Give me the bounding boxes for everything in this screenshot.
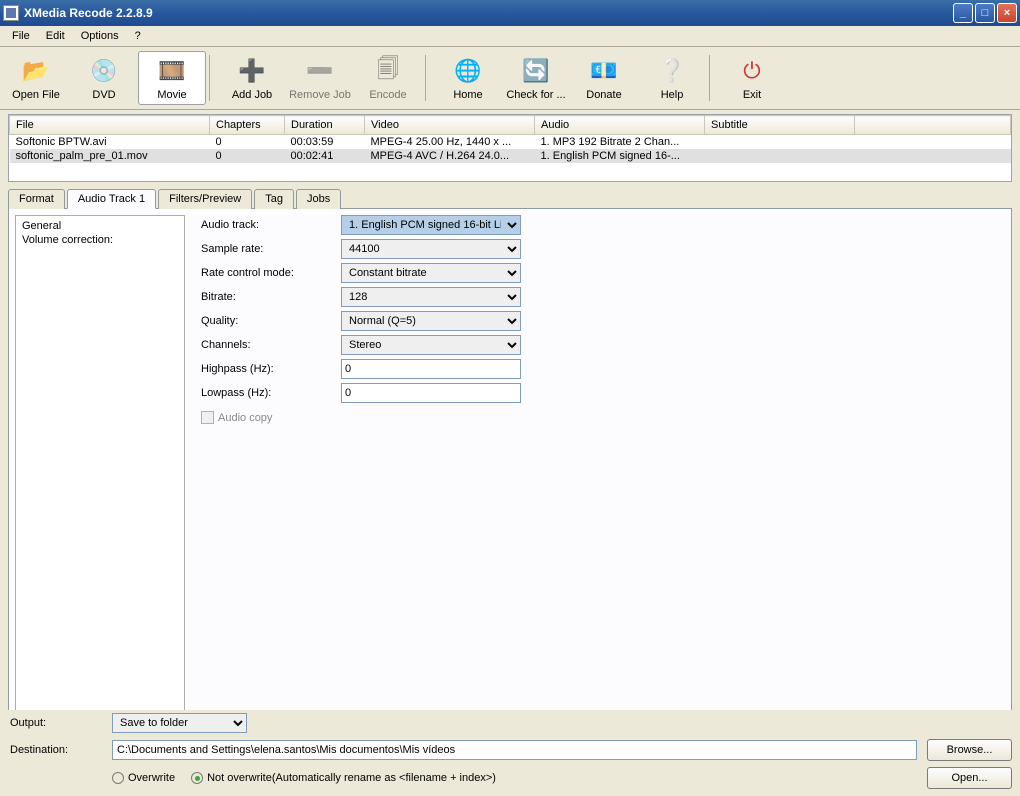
movie-button[interactable]: 🎞️ Movie [138,51,206,105]
lowpass-input[interactable] [341,383,521,403]
col-file[interactable]: File [10,116,210,135]
rate-control-select[interactable]: Constant bitrate [341,263,521,283]
close-button[interactable]: × [997,3,1017,23]
titlebar: XMedia Recode 2.2.8.9 _ □ × [0,0,1020,26]
toolbar: 📂 Open File 💿 DVD 🎞️ Movie ➕ Add Job ➖ R… [0,47,1020,110]
remove-job-button: ➖ Remove Job [286,51,354,105]
file-list: File Chapters Duration Video Audio Subti… [8,114,1012,182]
side-general[interactable]: General [22,219,178,233]
separator [425,55,431,101]
refresh-icon: 🔄 [520,55,552,87]
tab-tag[interactable]: Tag [254,189,294,209]
add-job-button[interactable]: ➕ Add Job [218,51,286,105]
file-row[interactable]: Softonic BPTW.avi 0 00:03:59 MPEG-4 25.0… [10,135,1011,150]
separator [209,55,215,101]
bottom-bar: Output: Save to folder Destination: Brow… [8,710,1012,792]
menu-help[interactable]: ? [127,28,149,44]
menu-edit[interactable]: Edit [38,28,73,44]
minus-icon: ➖ [304,55,336,87]
maximize-button[interactable]: □ [975,3,995,23]
tab-filters-preview[interactable]: Filters/Preview [158,189,252,209]
help-icon: ❔ [656,55,688,87]
help-button[interactable]: ❔ Help [638,51,706,105]
quality-label: Quality: [201,315,341,327]
side-panel: General Volume correction: [15,215,185,711]
app-icon [3,5,19,21]
euro-icon: 💶 [588,55,620,87]
folder-icon: 📂 [20,55,52,87]
side-volume-correction[interactable]: Volume correction: [22,233,178,247]
file-list-header: File Chapters Duration Video Audio Subti… [10,116,1011,135]
col-audio[interactable]: Audio [535,116,705,135]
menu-options[interactable]: Options [73,28,127,44]
col-duration[interactable]: Duration [285,116,365,135]
open-file-button[interactable]: 📂 Open File [2,51,70,105]
exit-icon: ⏻ [736,55,768,87]
overwrite-radio[interactable]: Overwrite [112,772,175,784]
radio-icon [112,772,124,784]
disc-icon: 💿 [88,55,120,87]
tab-audio-track-1[interactable]: Audio Track 1 [67,189,156,209]
audio-copy-checkbox [201,411,214,424]
audio-copy-label: Audio copy [218,412,272,424]
not-overwrite-radio[interactable]: Not overwrite(Automatically rename as <f… [191,772,496,784]
window-title: XMedia Recode 2.2.8.9 [24,6,953,20]
bitrate-label: Bitrate: [201,291,341,303]
channels-select[interactable]: Stereo [341,335,521,355]
audio-track-select[interactable]: 1. English PCM signed 16-bit Littl [341,215,521,235]
tab-content: General Volume correction: Audio track: … [8,208,1012,718]
channels-label: Channels: [201,339,341,351]
encode-button: 🗐 Encode [354,51,422,105]
separator [709,55,715,101]
col-video[interactable]: Video [365,116,535,135]
tab-jobs[interactable]: Jobs [296,189,341,209]
output-select[interactable]: Save to folder [112,713,247,733]
radio-icon [191,772,203,784]
audio-settings-form: Audio track: 1. English PCM signed 16-bi… [191,209,1011,717]
destination-label: Destination: [8,744,112,756]
lowpass-label: Lowpass (Hz): [201,387,341,399]
quality-select[interactable]: Normal (Q=5) [341,311,521,331]
menu-file[interactable]: File [4,28,38,44]
rate-control-label: Rate control mode: [201,267,341,279]
menubar: File Edit Options ? [0,26,1020,47]
file-row[interactable]: softonic_palm_pre_01.mov 0 00:02:41 MPEG… [10,149,1011,163]
highpass-label: Highpass (Hz): [201,363,341,375]
globe-icon: 🌐 [452,55,484,87]
film-icon: 🎞️ [156,55,188,87]
minimize-button[interactable]: _ [953,3,973,23]
check-update-button[interactable]: 🔄 Check for ... [502,51,570,105]
exit-button[interactable]: ⏻ Exit [718,51,786,105]
home-button[interactable]: 🌐 Home [434,51,502,105]
highpass-input[interactable] [341,359,521,379]
tab-format[interactable]: Format [8,189,65,209]
donate-button[interactable]: 💶 Donate [570,51,638,105]
destination-input[interactable] [112,740,917,760]
col-subtitle[interactable]: Subtitle [705,116,855,135]
plus-icon: ➕ [236,55,268,87]
sample-rate-label: Sample rate: [201,243,341,255]
tab-area: Format Audio Track 1 Filters/Preview Tag… [8,188,1012,718]
dvd-button[interactable]: 💿 DVD [70,51,138,105]
output-label: Output: [8,717,112,729]
sample-rate-select[interactable]: 44100 [341,239,521,259]
col-chapters[interactable]: Chapters [210,116,285,135]
encode-icon: 🗐 [372,55,404,87]
audio-track-label: Audio track: [201,219,341,231]
browse-button[interactable]: Browse... [927,739,1012,761]
open-button[interactable]: Open... [927,767,1012,789]
bitrate-select[interactable]: 128 [341,287,521,307]
